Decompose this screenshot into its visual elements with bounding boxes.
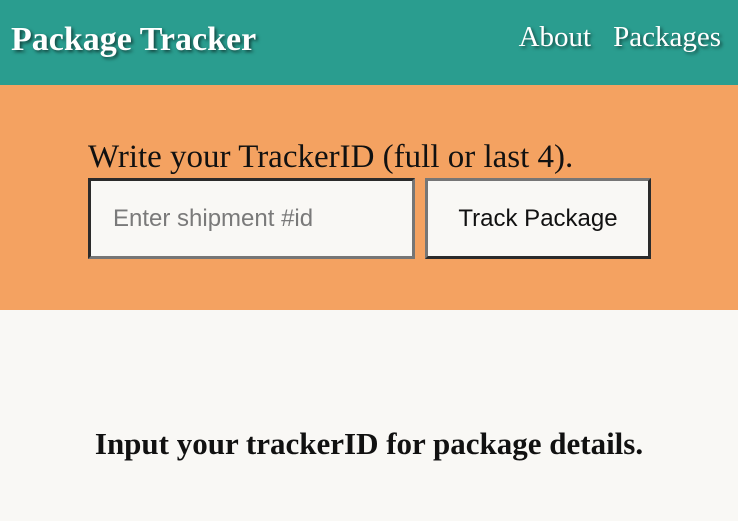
nav-link-about[interactable]: About [519, 19, 592, 55]
tracker-id-input[interactable] [88, 178, 415, 259]
tracker-search-panel: Write your TrackerID (full or last 4). T… [0, 85, 738, 310]
track-package-button[interactable]: Track Package [425, 178, 651, 259]
tracker-prompt: Write your TrackerID (full or last 4). [88, 139, 574, 175]
navbar: Package Tracker About Packages [0, 0, 738, 85]
nav-link-packages[interactable]: Packages [613, 19, 721, 55]
result-message: Input your trackerID for package details… [94, 426, 644, 461]
nav-links: About Packages [519, 19, 721, 55]
brand-title[interactable]: Package Tracker [11, 20, 256, 60]
